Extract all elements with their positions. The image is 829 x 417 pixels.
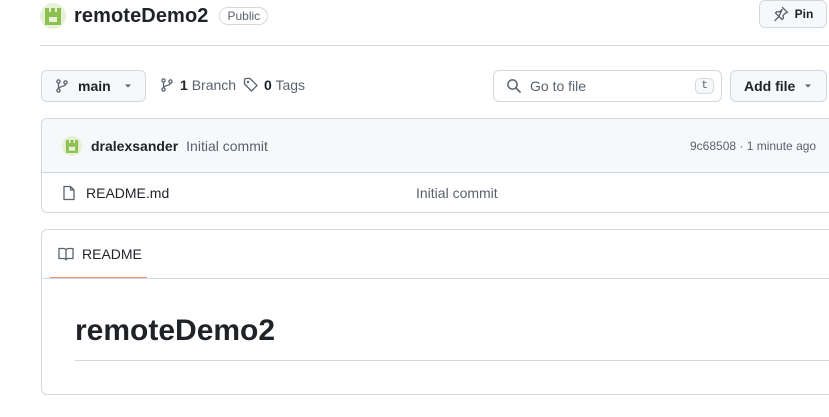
search-placeholder: Go to file — [530, 78, 587, 94]
file-name[interactable]: README.md — [86, 185, 169, 201]
visibility-badge: Public — [219, 7, 269, 25]
book-icon — [58, 247, 74, 261]
commit-author[interactable]: dralexsander — [91, 138, 178, 154]
git-branch-icon — [161, 78, 173, 92]
file-row[interactable]: README.md Initial commit — [42, 173, 829, 212]
file-commit-message[interactable]: Initial commit — [416, 185, 498, 201]
tab-readme[interactable]: README — [50, 230, 147, 279]
repo-header: remoteDemo2 Public — [40, 2, 269, 30]
tags-link[interactable]: 0 Tags — [243, 77, 305, 93]
readme-heading: remoteDemo2 — [75, 314, 276, 347]
latest-commit-row: dralexsander Initial commit 9c68508 · 1 … — [42, 119, 829, 173]
author-avatar[interactable] — [62, 135, 82, 156]
chevron-down-icon — [124, 84, 131, 88]
pin-button[interactable]: Pin — [759, 0, 827, 28]
go-to-file-input[interactable]: Go to file t — [493, 70, 722, 102]
owner-avatar[interactable] — [40, 3, 66, 29]
chevron-down-icon — [805, 84, 812, 88]
pin-label: Pin — [794, 7, 814, 21]
tag-word: Tags — [275, 77, 306, 93]
repo-name[interactable]: remoteDemo2 — [74, 5, 208, 28]
keyboard-shortcut-hint: t — [695, 78, 714, 94]
branch-word: Branch — [191, 77, 237, 93]
identicon-icon — [45, 8, 61, 25]
file-browser: dralexsander Initial commit 9c68508 · 1 … — [41, 118, 829, 213]
add-file-label: Add file — [744, 78, 796, 94]
commit-hash-and-time[interactable]: 9c68508 · 1 minute ago — [690, 139, 816, 153]
identicon-icon — [65, 139, 79, 153]
commit-message[interactable]: Initial commit — [186, 138, 268, 154]
search-icon — [507, 79, 521, 93]
branch-label: main — [78, 78, 111, 94]
header-divider — [40, 45, 829, 46]
readme-divider — [42, 278, 829, 279]
add-file-button[interactable]: Add file — [730, 70, 827, 102]
readme-tab-label: README — [82, 245, 142, 262]
branches-link[interactable]: 1 Branch — [159, 77, 236, 93]
branch-selector-button[interactable]: main — [41, 70, 146, 102]
readme-panel: README remoteDemo2 — [41, 229, 829, 395]
tag-count: 0 — [264, 77, 272, 93]
pin-icon — [774, 6, 788, 22]
git-branch-icon — [56, 79, 68, 93]
readme-heading-rule — [75, 360, 829, 361]
file-icon — [63, 185, 75, 201]
branch-count: 1 — [180, 77, 188, 93]
tag-icon — [243, 77, 258, 92]
